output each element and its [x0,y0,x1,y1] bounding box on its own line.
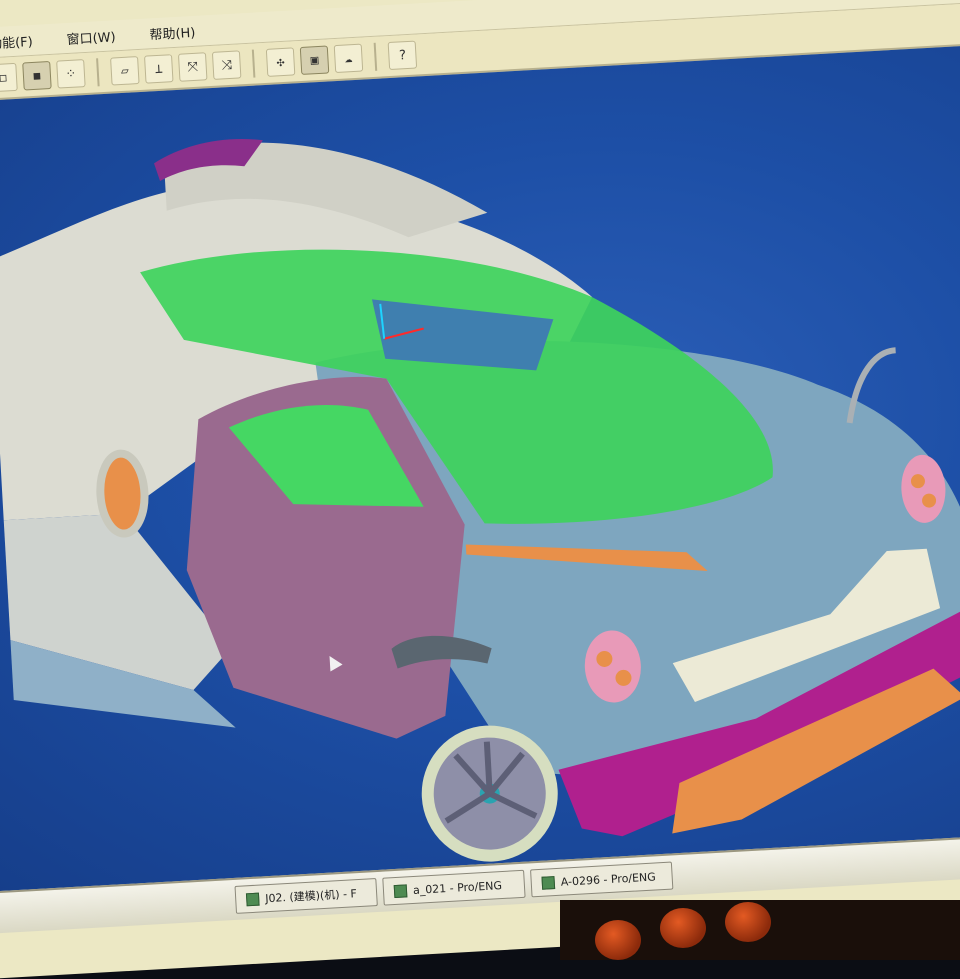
select-icon[interactable]: ✣ [265,47,296,77]
help-icon[interactable]: ? [387,40,418,71]
monitor-screen: 功能(F) 窗口(W) 帮助(H) ◻ ◼ ⁘ ▱ ⟂ ⤧ ⤨ ✣ ▣ ☁ ? [0,0,960,979]
taskbar-item-label: a_021 - Pro/ENG [412,878,503,897]
decor-apple [725,902,771,942]
shaded-view-icon[interactable]: ◼ [22,60,52,91]
spin-icon[interactable]: ☁ [333,43,364,74]
taskbar-item-label: A-0296 - Pro/ENG [560,869,657,889]
tree-view-icon[interactable]: ⁘ [56,59,86,89]
toolbar-separator [373,42,378,71]
plane-icon[interactable]: ▱ [110,56,140,86]
window-icon [393,883,408,898]
car-model[interactable] [0,44,960,892]
datum-axes-icon[interactable]: ⤨ [211,50,242,80]
window-icon [245,892,260,906]
menu-function[interactable]: 功能(F) [0,30,33,51]
taskbar-item[interactable]: A-0296 - Pro/ENG [530,861,674,898]
datum-icon[interactable]: ⤧ [177,52,208,82]
taskbar-item-label: J02. (建模)(机) - F [264,887,358,906]
taskbar-item[interactable]: J02. (建模)(机) - F [234,878,378,914]
window-icon [541,875,556,890]
taskbar-item[interactable]: a_021 - Pro/ENG [382,869,526,906]
menu-help[interactable]: 帮助(H) [149,21,196,43]
desk-area [560,900,960,960]
fit-view-icon[interactable]: ▣ [299,45,330,75]
frame-view-icon[interactable]: ◻ [0,62,18,93]
side-intake [96,449,149,538]
decor-apple [660,908,706,948]
3d-viewport[interactable] [0,43,960,892]
menu-window[interactable]: 窗口(W) [66,26,116,48]
toolbar-separator [251,49,256,78]
axis-icon[interactable]: ⟂ [144,54,174,84]
decor-apple [595,920,641,960]
toolbar-separator [96,58,100,87]
